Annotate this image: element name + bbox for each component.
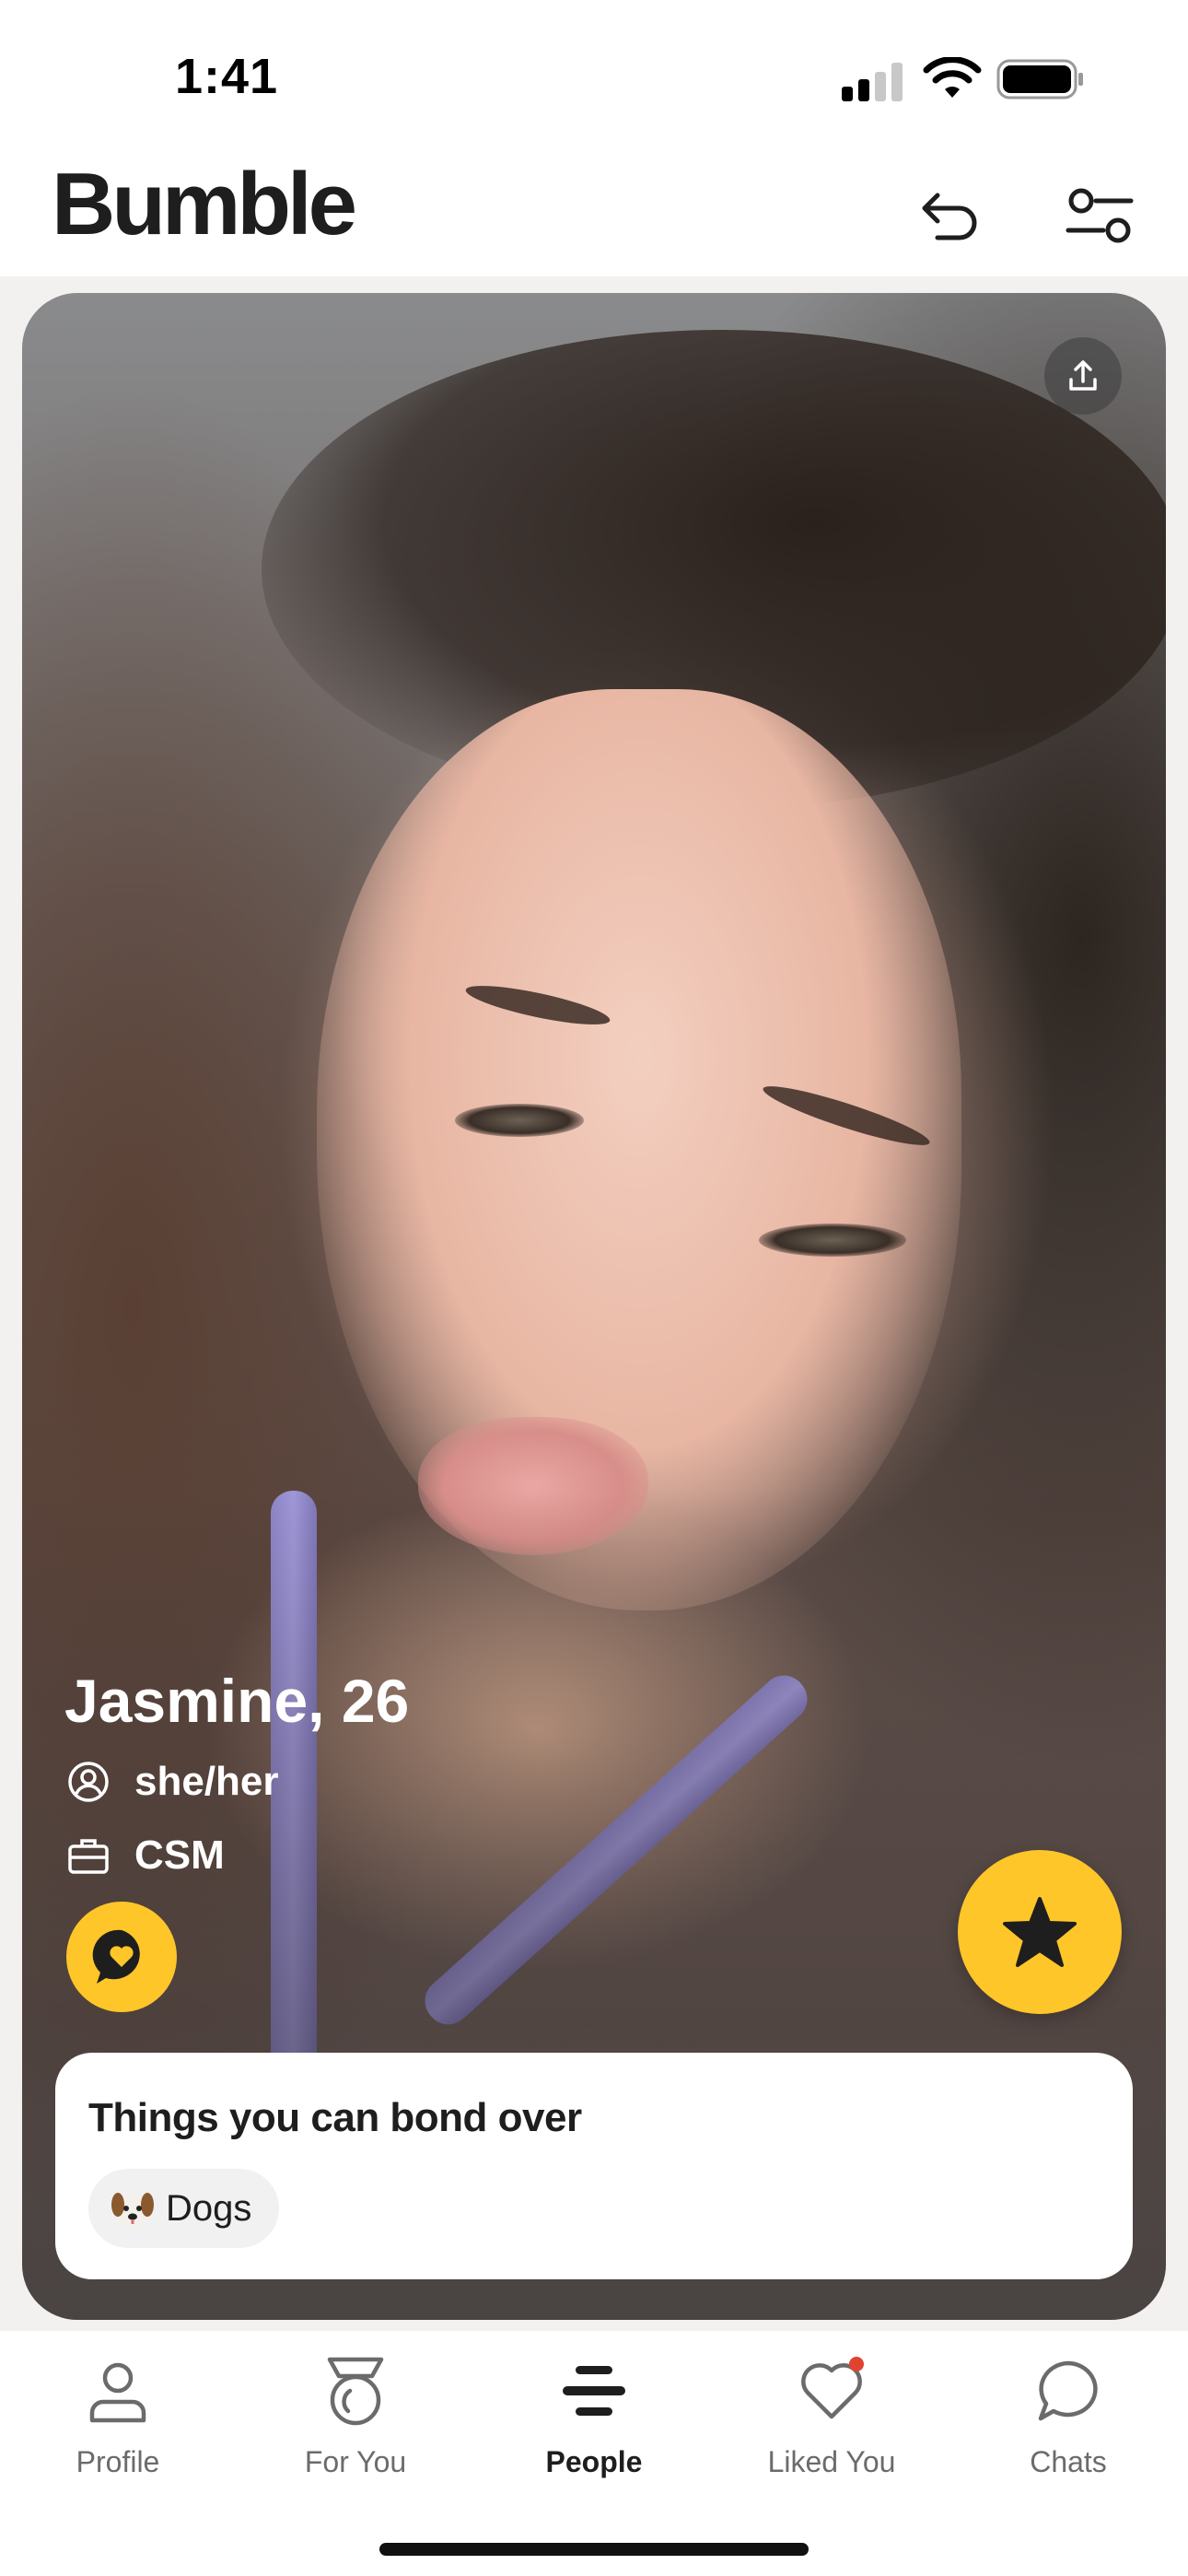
undo-icon	[922, 193, 977, 240]
brand-logo: Bumble	[52, 155, 357, 253]
person-icon	[76, 2349, 159, 2432]
home-indicator[interactable]	[379, 2543, 809, 2556]
job-text: CSM	[134, 1832, 225, 1878]
profile-card[interactable]: Jasmine, 26 she/her CSM Things you can b…	[22, 293, 1166, 2320]
status-bar: 1:41	[0, 0, 1188, 147]
briefcase-icon	[64, 1832, 112, 1879]
person-circle-icon	[64, 1758, 112, 1806]
card-area: Jasmine, 26 she/her CSM Things you can b…	[0, 276, 1188, 2331]
tab-label: People	[545, 2445, 643, 2478]
heart-chat-icon	[92, 1929, 140, 1984]
tab-for-you[interactable]: For You	[254, 2349, 457, 2506]
app-header: Bumble	[0, 147, 1188, 286]
share-button[interactable]	[1044, 337, 1122, 415]
pronouns-row: she/her	[64, 1758, 279, 1806]
tab-label: Chats	[1030, 2445, 1107, 2478]
dog-face-icon	[111, 2193, 154, 2227]
tab-label: Profile	[76, 2445, 160, 2478]
tab-people[interactable]: People	[493, 2349, 695, 2506]
stack-icon	[553, 2349, 635, 2432]
tab-label: Liked You	[767, 2445, 896, 2478]
medal-icon	[314, 2349, 397, 2432]
heart-icon	[790, 2349, 873, 2432]
share-icon	[1069, 360, 1097, 391]
filters-button[interactable]	[1054, 170, 1146, 262]
tab-liked-you[interactable]: Liked You	[730, 2349, 933, 2506]
filters-icon	[1066, 188, 1134, 243]
photo-eye-left	[455, 1104, 584, 1137]
undo-button[interactable]	[899, 170, 991, 262]
photo-eye-right	[759, 1224, 906, 1257]
cellular-signal-icon	[842, 61, 904, 101]
job-row: CSM	[64, 1832, 225, 1879]
interest-chip-dogs[interactable]: Dogs	[88, 2169, 280, 2248]
notification-badge	[849, 2357, 864, 2371]
superswipe-button[interactable]	[958, 1850, 1122, 2014]
pronouns-text: she/her	[134, 1759, 279, 1804]
battery-icon	[996, 59, 1083, 100]
tab-chats[interactable]: Chats	[967, 2349, 1170, 2506]
compliment-button[interactable]	[66, 1902, 177, 2012]
screen: 1:41 Bumble Jasmine, 26 she/her CSM Thin…	[0, 0, 1188, 2576]
bond-title: Things you can bond over	[88, 2095, 582, 2140]
wifi-icon	[923, 57, 982, 98]
chat-bubble-icon	[1027, 2349, 1110, 2432]
profile-name-age: Jasmine, 26	[64, 1667, 410, 1735]
bond-over-card: Things you can bond over Dogs	[55, 2053, 1133, 2279]
tab-label: For You	[304, 2445, 407, 2478]
status-time: 1:41	[175, 49, 279, 104]
interest-chip-label: Dogs	[166, 2187, 252, 2229]
tab-profile[interactable]: Profile	[17, 2349, 219, 2506]
star-icon	[1003, 1897, 1077, 1967]
tab-bar: Profile For You People Liked You Chats	[0, 2331, 1188, 2515]
